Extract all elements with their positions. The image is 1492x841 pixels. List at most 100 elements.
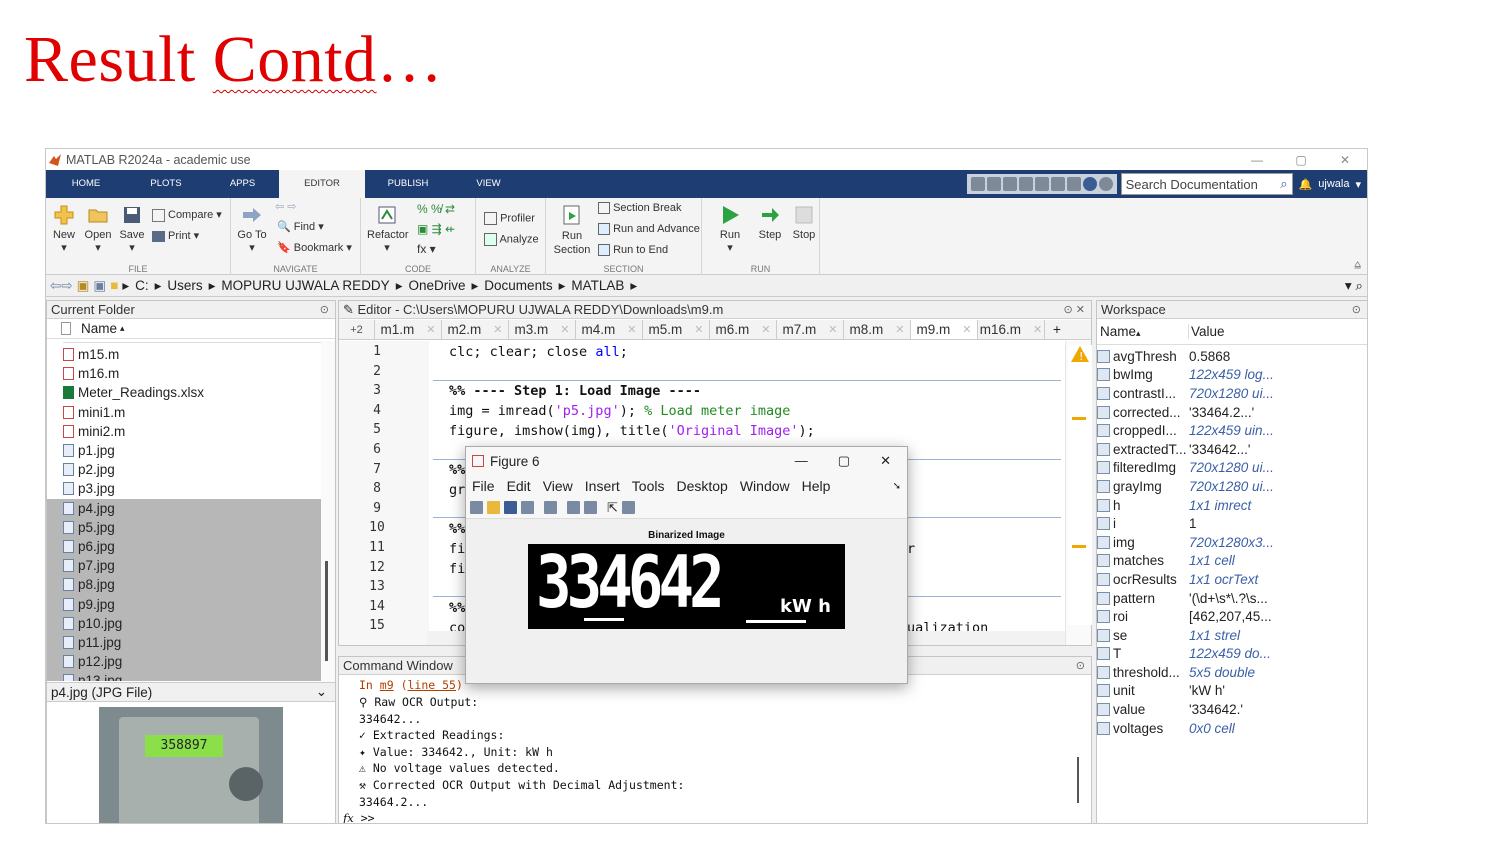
workspace-row[interactable]: avgThresh 0.5868 [1097, 347, 1367, 366]
folder-item[interactable]: p8.jpg [47, 575, 321, 595]
workspace-row[interactable]: i1 [1097, 514, 1367, 533]
colorbar-icon[interactable] [567, 501, 580, 514]
section-break-button[interactable]: Section Break [598, 202, 682, 215]
folder-item[interactable]: mini1.m [47, 403, 321, 422]
folder-item[interactable]: p9.jpg [47, 594, 321, 614]
open-figure-icon[interactable] [487, 501, 500, 514]
switch-windows-icon[interactable] [1066, 177, 1081, 191]
editor-tab[interactable]: m9.m ✕ [911, 320, 978, 339]
editor-tab[interactable]: m3.m ✕ [509, 320, 576, 339]
bookmark-button[interactable]: 🔖 Bookmark ▾ [277, 241, 352, 254]
refactor-button[interactable]: Refactor ▾ [367, 204, 409, 254]
stop-button[interactable]: Stop [790, 204, 818, 241]
figure-window[interactable]: Figure 6 — ▢ ✕ File Edit View Insert Too… [465, 446, 908, 684]
comment-icons[interactable]: % %̸ ⇄ [417, 202, 455, 216]
ws-value-col[interactable]: Value [1189, 324, 1225, 339]
breadcrumb-user[interactable]: MOPURU UJWALA REDDY [221, 278, 389, 293]
workspace-row[interactable]: value '334642.' [1097, 700, 1367, 719]
folder-item[interactable]: p11.jpg [47, 632, 321, 652]
close-tab-icon[interactable]: ✕ [761, 323, 770, 336]
editor-tab[interactable]: m1.m ✕ [375, 320, 442, 339]
run-advance-button[interactable]: Run and Advance [598, 223, 700, 236]
warning-icon[interactable]: ! [1070, 345, 1090, 363]
legend-icon[interactable] [584, 501, 597, 514]
workspace-row[interactable]: filteredImg 720x1280 ui... [1097, 459, 1367, 478]
back-forward-icon[interactable]: ⇦ ⇨ [275, 200, 297, 213]
tab-count[interactable]: +2 [339, 320, 375, 339]
workspace-row[interactable]: contrastI... 720x1280 ui... [1097, 384, 1367, 403]
pointer-icon[interactable]: ⇱ [607, 500, 618, 516]
copy-icon[interactable] [1002, 177, 1017, 191]
workspace-row[interactable]: roi [462,207,45... [1097, 607, 1367, 626]
workspace-row[interactable]: voltages 0x0 cell [1097, 719, 1367, 738]
print-figure-icon[interactable] [521, 501, 534, 514]
undo-icon[interactable] [1034, 177, 1049, 191]
indent-icons[interactable]: ▣ ⇶ ⇷ [417, 222, 455, 236]
workspace-row[interactable]: T 122x459 do... [1097, 645, 1367, 664]
folder-item[interactable]: p10.jpg [47, 613, 321, 633]
workspace-row[interactable]: bwImg 122x459 log... [1097, 366, 1367, 385]
editor-tab[interactable]: m8.m ✕ [844, 320, 911, 339]
folder-item[interactable]: p12.jpg [47, 652, 321, 672]
help-icon[interactable] [1082, 177, 1097, 191]
save-button[interactable]: Save ▾ [119, 204, 145, 254]
paste-icon[interactable] [1018, 177, 1033, 191]
workspace-row[interactable]: extractedT... '334642...' [1097, 440, 1367, 459]
folder-scrollbar[interactable] [321, 341, 335, 689]
workspace-row[interactable]: corrected... '33464.2...' [1097, 403, 1367, 422]
workspace-row[interactable]: ocrResults 1x1 ocrText [1097, 570, 1367, 589]
cmd-scrollbar[interactable] [1077, 757, 1079, 803]
breadcrumb-documents[interactable]: Documents [484, 278, 552, 293]
menu-tools[interactable]: Tools [626, 478, 671, 494]
workspace-row[interactable]: croppedI... 122x459 uin... [1097, 421, 1367, 440]
workspace-row[interactable]: h 1x1 imrect [1097, 496, 1367, 515]
close-tab-icon[interactable]: ✕ [694, 323, 703, 336]
editor-tab[interactable]: m5.m ✕ [643, 320, 710, 339]
tab-view[interactable]: VIEW [451, 170, 526, 198]
folder-item[interactable]: p13.jpg [47, 671, 321, 681]
workspace-row[interactable]: unit 'kW h' [1097, 682, 1367, 701]
tab-home[interactable]: HOME [46, 170, 126, 198]
workspace-row[interactable]: matches 1x1 cell [1097, 552, 1367, 571]
profiler-button[interactable]: Profiler [484, 212, 535, 225]
run-end-button[interactable]: Run to End [598, 244, 668, 257]
close-tab-icon[interactable]: ✕ [560, 323, 569, 336]
panel-menu-icon[interactable]: ⊙ [1352, 301, 1361, 319]
workspace-row[interactable]: threshold... 5x5 double [1097, 663, 1367, 682]
browse-icon[interactable]: ▣ [93, 278, 106, 294]
folder-item[interactable]: p1.jpg [47, 441, 321, 460]
new-button[interactable]: New ▾ [52, 204, 76, 254]
folder-item[interactable]: mini2.m [47, 422, 321, 441]
path-dropdown-icon[interactable]: ▾ ⌕ [1345, 278, 1363, 294]
menu-window[interactable]: Window [734, 478, 796, 494]
editor-tab[interactable]: m2.m ✕ [442, 320, 509, 339]
run-section-button[interactable]: Run Section [552, 204, 592, 257]
close-tab-icon[interactable]: ✕ [895, 323, 904, 336]
maximize-button[interactable]: ▢ [1279, 153, 1323, 167]
search-documentation[interactable]: Search Documentation ⌕ [1120, 173, 1293, 195]
tab-plots[interactable]: PLOTS [126, 170, 206, 198]
expand-menu-icon[interactable]: ➘ [887, 481, 907, 492]
fx-icon[interactable]: fx ▾ [417, 242, 436, 256]
menu-help[interactable]: Help [796, 478, 837, 494]
search-icon[interactable]: ⌕ [1280, 176, 1287, 192]
workspace-row[interactable]: pattern '(\d+\s*\.?\s... [1097, 589, 1367, 608]
notification-bell-icon[interactable]: 🔔 [1299, 178, 1313, 191]
editor-close-icon[interactable]: ⊙ ✕ [1064, 301, 1086, 319]
folder-item[interactable]: Meter_Readings.xlsx [47, 383, 321, 402]
compare-button[interactable]: Compare ▾ [152, 208, 222, 222]
add-tab-icon[interactable]: + [1045, 320, 1069, 339]
editor-tab[interactable]: m4.m ✕ [576, 320, 643, 339]
user-menu[interactable]: 🔔 ujwala ▾ [1299, 178, 1361, 191]
menu-insert[interactable]: Insert [579, 478, 626, 494]
menu-edit[interactable]: Edit [501, 478, 537, 494]
user-name[interactable]: ujwala [1318, 178, 1349, 190]
breadcrumb-onedrive[interactable]: OneDrive [408, 278, 465, 293]
close-tab-icon[interactable]: ✕ [962, 323, 971, 336]
tab-editor[interactable]: EDITOR [279, 170, 365, 198]
back-forward-nav-icon[interactable]: ⇦⇨ [50, 278, 73, 294]
folder-item[interactable]: p2.jpg [47, 460, 321, 479]
close-tab-icon[interactable]: ✕ [627, 323, 636, 336]
open-button[interactable]: Open ▾ [84, 204, 112, 254]
menu-desktop[interactable]: Desktop [670, 478, 733, 494]
